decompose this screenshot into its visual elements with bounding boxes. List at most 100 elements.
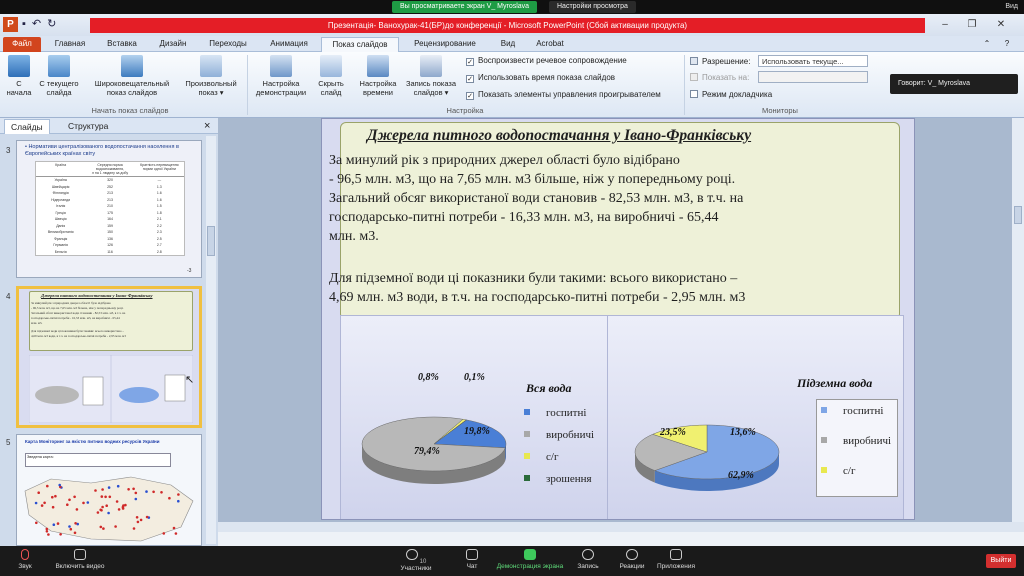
tab-transitions[interactable]: Переходы bbox=[202, 37, 254, 52]
slideshow-start-icon bbox=[8, 55, 30, 77]
chart-2-title[interactable]: Підземна вода bbox=[797, 376, 872, 391]
tab-review[interactable]: Рецензирование bbox=[405, 37, 485, 52]
map-dot bbox=[54, 494, 57, 498]
panel-close-icon[interactable]: × bbox=[198, 119, 216, 134]
editor-hscrollbar[interactable] bbox=[218, 522, 1024, 532]
hide-slide-label: Скрыть слайд bbox=[318, 79, 344, 97]
legend-swatch bbox=[524, 409, 530, 415]
save-icon[interactable]: ▪ bbox=[22, 18, 32, 30]
map-dot bbox=[46, 484, 49, 488]
thumb4-title: Джерела питного водопостачання у Івано-Ф… bbox=[41, 293, 153, 298]
map-dot bbox=[69, 527, 73, 531]
hide-slide-icon bbox=[320, 55, 342, 77]
view-menu-button[interactable]: Вид bbox=[1005, 1, 1018, 13]
tab-file[interactable]: Файл bbox=[3, 37, 41, 52]
tab-view[interactable]: Вид bbox=[493, 37, 523, 52]
video-button[interactable]: Включить видео bbox=[50, 549, 110, 570]
map-dot bbox=[121, 507, 125, 510]
map-dot bbox=[115, 500, 119, 503]
map-dot bbox=[40, 504, 44, 507]
map-dot bbox=[101, 488, 104, 491]
map-dot bbox=[82, 501, 85, 505]
thumb4-legend-1 bbox=[82, 376, 104, 406]
ribbon-tabs: Файл Главная Вставка Дизайн Переходы Ани… bbox=[0, 36, 1024, 52]
record-show-button[interactable]: Запись показа слайдов ▾ bbox=[400, 55, 462, 97]
show-on-select[interactable] bbox=[758, 71, 868, 83]
tab-animation[interactable]: Анимация bbox=[262, 37, 316, 52]
tab-acrobat[interactable]: Acrobat bbox=[530, 37, 570, 52]
app: Вы просматриваете экран V_ Myroslava Нас… bbox=[0, 0, 1024, 576]
tab-outline[interactable]: Структура bbox=[62, 119, 114, 134]
check-icon: ✓ bbox=[466, 75, 474, 83]
slide-canvas[interactable]: Джерела питного водопостачання у Івано-Ф… bbox=[321, 118, 915, 520]
powerpoint-icon[interactable]: P bbox=[3, 17, 18, 32]
broadcast-button[interactable]: Широковещательный показ слайдов bbox=[86, 55, 178, 97]
apps-button[interactable]: Приложения bbox=[646, 549, 706, 570]
map-dot bbox=[74, 522, 77, 525]
view-settings-button[interactable]: Настройки просмотра bbox=[549, 1, 636, 13]
map-dot bbox=[45, 527, 49, 531]
slide-thumbnail-4[interactable]: Джерела питного водопостачання у Івано-Ф… bbox=[16, 286, 202, 428]
tab-slides[interactable]: Слайды bbox=[4, 119, 50, 134]
tab-design[interactable]: Дизайн bbox=[152, 37, 194, 52]
timings-button[interactable]: Настройка времени bbox=[356, 55, 400, 97]
hide-slide-button[interactable]: Скрыть слайд bbox=[313, 55, 349, 97]
tab-insert[interactable]: Вставка bbox=[100, 37, 144, 52]
map-dot bbox=[114, 525, 117, 528]
help-collapse-icon[interactable]: ⌃ bbox=[981, 37, 993, 52]
chat-button[interactable]: Чат bbox=[442, 549, 502, 570]
notes-pane[interactable] bbox=[218, 532, 1024, 546]
record-icon bbox=[582, 549, 594, 560]
quick-access-toolbar: ▪↶↻ bbox=[22, 17, 82, 32]
legend-item: зрошення bbox=[520, 468, 610, 490]
minimize-icon[interactable]: – bbox=[938, 18, 952, 32]
setup-show-button[interactable]: Настройка демонстрации bbox=[250, 55, 312, 97]
legend-swatch bbox=[821, 467, 827, 473]
mute-button[interactable]: Звук bbox=[0, 549, 50, 570]
redo-icon[interactable]: ↻ bbox=[47, 18, 62, 30]
from-current-button[interactable]: С текущего слайда bbox=[38, 55, 80, 97]
undo-icon[interactable]: ↶ bbox=[32, 18, 47, 30]
presenter-view-label: Режим докладчика bbox=[702, 90, 773, 99]
slide-thumbnail-5[interactable]: Карта Моніторинг за якістю питних водних… bbox=[16, 434, 202, 546]
legend-swatch bbox=[524, 453, 530, 459]
share-screen-button[interactable]: Демонстрация экрана bbox=[494, 549, 566, 570]
tab-slideshow[interactable]: Показ слайдов bbox=[321, 37, 399, 52]
map-dot bbox=[99, 525, 103, 529]
presenter-view-checkbox[interactable]: Режим докладчика bbox=[690, 89, 772, 100]
apps-label: Приложения bbox=[656, 563, 696, 570]
map-dot bbox=[66, 503, 69, 506]
mouse-cursor-icon: ↖ bbox=[185, 374, 195, 386]
leave-button[interactable]: Выйти bbox=[986, 554, 1016, 568]
tab-home[interactable]: Главная bbox=[48, 37, 92, 52]
resolution-select[interactable]: Использовать текуще... bbox=[758, 55, 868, 67]
participants-button[interactable]: 10 Участники bbox=[386, 549, 446, 572]
slide-thumbnail-3[interactable]: • Нормативи централізованого водопостача… bbox=[16, 140, 202, 278]
record-show-label: Запись показа слайдов ▾ bbox=[405, 79, 457, 97]
map-dot bbox=[116, 484, 120, 488]
title-bar: P ▪↶↻ Презентація- Ванохурак-41(БР)до ко… bbox=[0, 14, 1024, 36]
apps-icon bbox=[670, 549, 682, 560]
editor-scrollbar[interactable] bbox=[1012, 118, 1024, 522]
map-dot bbox=[75, 508, 79, 511]
camera-off-icon bbox=[74, 549, 86, 560]
show-controls-checkbox[interactable]: ✓ Показать элементы управления проигрыват… bbox=[466, 89, 661, 100]
thumb4-line: 4,69 млн. м3 води, в т.ч. на господарськ… bbox=[31, 334, 126, 338]
custom-show-button[interactable]: Произвольный показ ▾ bbox=[180, 55, 242, 97]
close-icon[interactable]: ✕ bbox=[994, 18, 1008, 32]
thumb3-table-cell: Бельгія bbox=[54, 249, 67, 254]
custom-show-icon bbox=[200, 55, 222, 77]
editor-scroll-thumb[interactable] bbox=[1014, 206, 1022, 224]
narration-checkbox[interactable]: ✓ Воспроизвести речевое сопровождение bbox=[466, 55, 627, 66]
from-start-button[interactable]: С начала bbox=[2, 55, 36, 97]
chart-1-title[interactable]: Вся вода bbox=[526, 381, 572, 396]
help-icon[interactable]: ? bbox=[1000, 37, 1014, 52]
legend-label: зрошення bbox=[546, 473, 592, 485]
panel-scroll-thumb[interactable] bbox=[207, 226, 215, 256]
restore-icon[interactable]: ❐ bbox=[965, 18, 979, 32]
map-dot bbox=[134, 497, 138, 501]
thumb3-col-header: Країна bbox=[55, 163, 67, 167]
use-timings-checkbox[interactable]: ✓ Использовать время показа слайдов bbox=[466, 72, 615, 83]
broadcast-label: Широковещательный показ слайдов bbox=[94, 79, 170, 97]
panel-scrollbar[interactable] bbox=[206, 136, 216, 544]
